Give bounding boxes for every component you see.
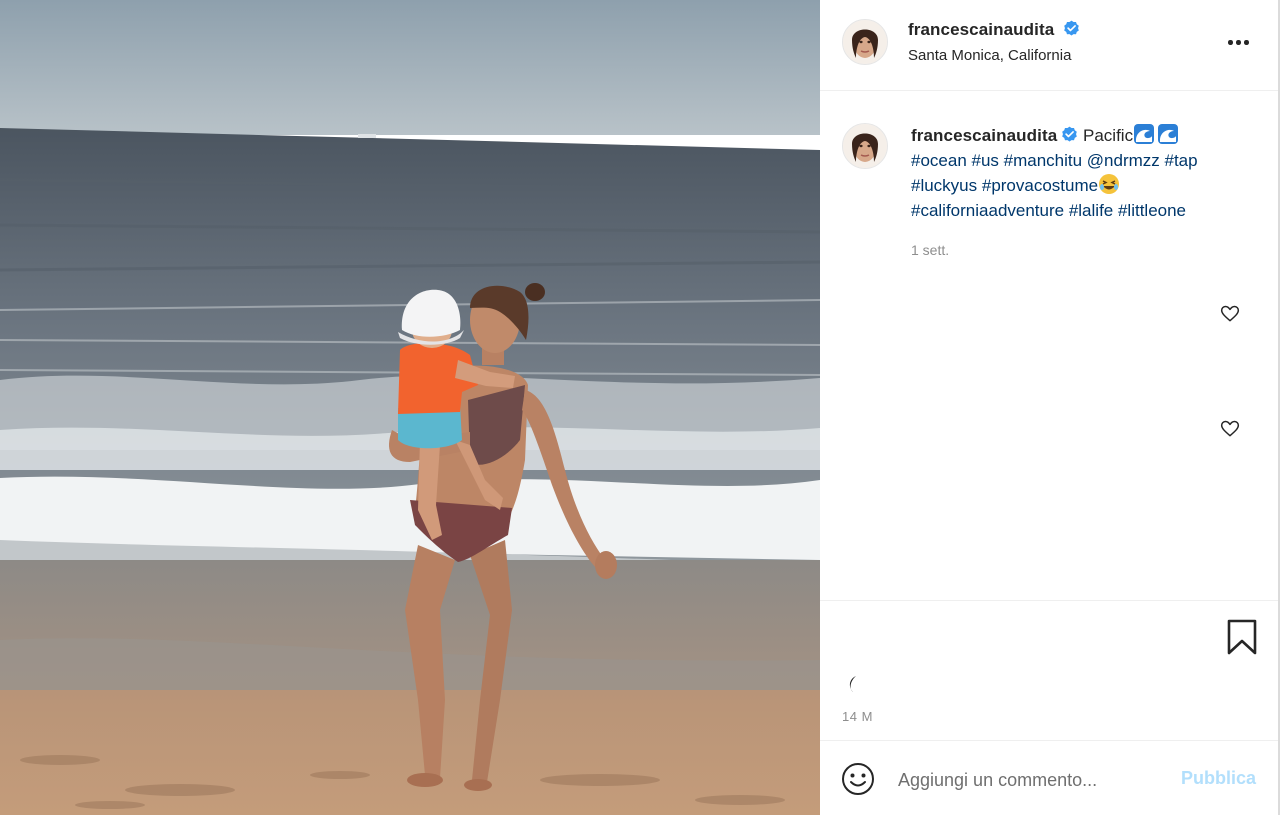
caption-hashtags[interactable]: #luckyus #provacostume	[911, 176, 1098, 195]
publish-button[interactable]: Pubblica	[1181, 768, 1256, 789]
comment-input[interactable]	[896, 765, 1140, 795]
heart-icon[interactable]	[1220, 304, 1240, 324]
laughing-emoji-icon	[1099, 174, 1120, 194]
avatar[interactable]	[842, 123, 888, 169]
wave-emoji-icon	[1158, 124, 1179, 144]
beach-photo-image	[0, 0, 820, 815]
post-side-panel: francescainaudita Santa Monica, Californ…	[820, 0, 1280, 815]
wave-emoji-icon	[1134, 124, 1155, 144]
caption-hashtags[interactable]: #californiaadventure #lalife #littleone	[911, 201, 1186, 220]
heart-icon[interactable]	[1220, 419, 1240, 439]
verified-badge-icon	[1063, 20, 1079, 36]
caption-hashtags[interactable]: #ocean #us #manchitu @ndrmzz #tap	[911, 151, 1198, 170]
caption-username[interactable]: francescainaudita	[911, 126, 1057, 145]
smiley-icon[interactable]	[841, 762, 875, 796]
post-date: 14 M	[842, 709, 873, 724]
post-header: francescainaudita Santa Monica, Californ…	[820, 0, 1278, 91]
more-options-icon[interactable]	[1222, 29, 1258, 55]
comment-bar: Pubblica	[820, 740, 1278, 816]
caption-text: francescainaudita Pacific #ocean #us #ma…	[911, 123, 1256, 223]
post-actions: 14 M	[820, 600, 1278, 739]
profile-picture-icon	[843, 20, 887, 64]
profile-picture-icon	[843, 124, 887, 168]
avatar[interactable]	[842, 19, 888, 65]
post-username[interactable]: francescainaudita	[908, 20, 1054, 39]
caption-body: Pacific	[1083, 126, 1134, 145]
caption-time: 1 sett.	[911, 242, 950, 258]
verified-badge-icon	[1062, 126, 1078, 142]
bookmark-icon[interactable]	[1226, 619, 1258, 655]
likes-icon	[849, 676, 856, 692]
post-location[interactable]: Santa Monica, California	[908, 47, 1071, 64]
post-photo[interactable]	[0, 0, 820, 815]
